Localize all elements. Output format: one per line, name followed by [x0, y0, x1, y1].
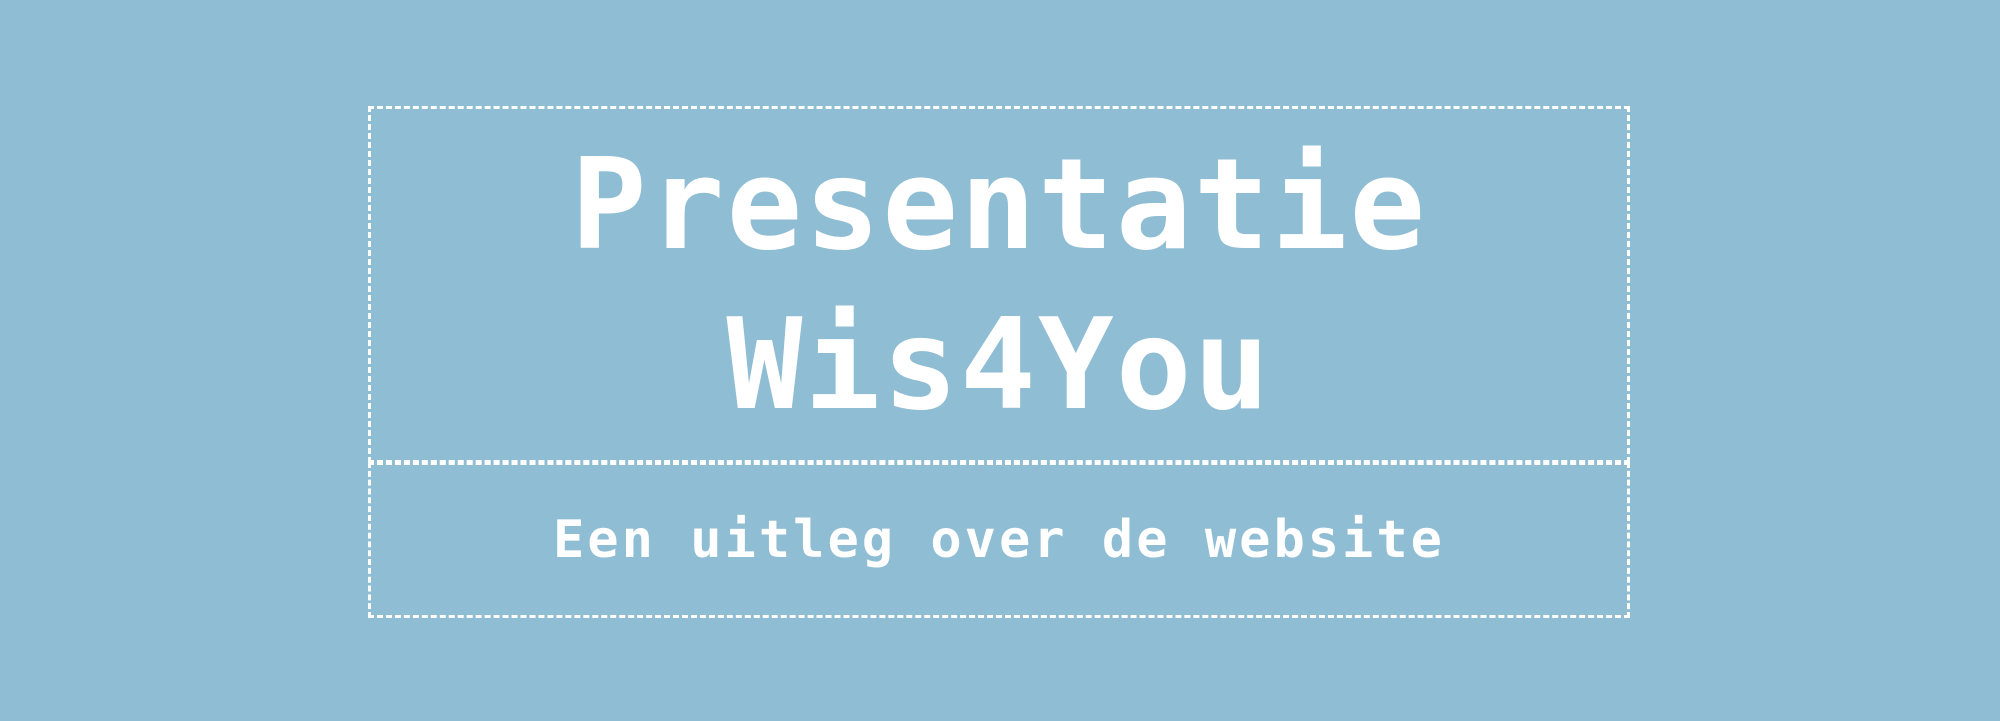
slide-canvas: Presentatie Wis4You Een uitleg over de w… [0, 0, 2000, 721]
title-line-2: Wis4You [726, 290, 1272, 438]
subtitle-text: Een uitleg over de website [553, 510, 1445, 570]
subtitle-placeholder[interactable]: Een uitleg over de website [368, 462, 1630, 618]
title-placeholder[interactable]: Presentatie Wis4You [368, 106, 1630, 463]
title-line-1: Presentatie [570, 130, 1428, 278]
